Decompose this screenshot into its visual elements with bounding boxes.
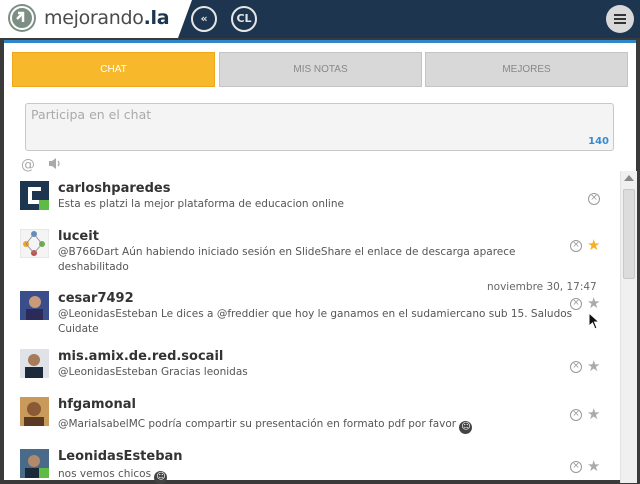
brand-name: mejorando.la — [44, 7, 170, 29]
tab-mejores[interactable]: MEJORES — [425, 52, 628, 87]
avatar[interactable] — [20, 449, 49, 478]
char-counter: 140 — [588, 136, 609, 147]
username[interactable]: LeonidasEsteban — [58, 449, 183, 464]
smiley-icon: ☺ — [154, 471, 168, 484]
close-icon[interactable]: × — [570, 298, 582, 310]
message-text: @MariaIsabelMC podría compartir su prese… — [58, 418, 473, 434]
close-icon[interactable]: × — [570, 461, 582, 473]
avatar[interactable] — [19, 228, 50, 259]
back-icon[interactable]: « — [191, 6, 217, 32]
tab-chat[interactable]: CHAT — [12, 52, 215, 87]
scrollbar[interactable] — [620, 171, 637, 483]
scroll-up-icon[interactable] — [624, 175, 634, 181]
star-icon[interactable]: ★ — [587, 407, 600, 422]
chat-panel: CHAT MIS NOTAS MEJORES 140 @ carloshpare… — [4, 40, 637, 484]
avatar[interactable] — [20, 181, 49, 210]
chat-input-box: 140 — [25, 103, 614, 151]
timestamp: noviembre 30, 17:47 — [487, 281, 597, 293]
username[interactable]: carloshparedes — [58, 181, 170, 196]
tab-mis-notas[interactable]: MIS NOTAS — [219, 52, 422, 87]
message-text: @LeonidasEsteban Gracias leonidas — [58, 366, 248, 378]
avatar[interactable] — [20, 291, 49, 320]
star-icon[interactable]: ★ — [587, 238, 600, 253]
sound-icon[interactable] — [48, 157, 62, 174]
avatar[interactable] — [20, 349, 49, 378]
username[interactable]: hfgamonal — [58, 397, 136, 412]
close-icon[interactable]: × — [570, 409, 582, 421]
username[interactable]: luceit — [58, 229, 99, 244]
smiley-icon: ☺ — [459, 421, 473, 434]
brand-logo[interactable]: mejorando.la — [0, 0, 192, 38]
close-icon[interactable]: × — [570, 361, 582, 373]
top-bar: mejorando.la « CL — [0, 0, 640, 38]
message-text: @B766Dart Aún habiendo iniciado sesión e… — [58, 246, 516, 273]
cl-button[interactable]: CL — [231, 6, 257, 32]
mention-icon[interactable]: @ — [21, 157, 35, 173]
username[interactable]: cesar7492 — [58, 291, 134, 306]
logo-icon — [8, 4, 36, 32]
message-text: nos vemos chicos ☺ — [58, 468, 168, 484]
username[interactable]: mis.amix.de.red.socail — [58, 349, 223, 364]
star-icon[interactable]: ★ — [587, 459, 600, 474]
message-text: @LeonidasEsteban Le dices a @freddier qu… — [58, 308, 573, 335]
star-icon[interactable]: ★ — [587, 296, 600, 311]
star-icon[interactable]: ★ — [587, 359, 600, 374]
menu-icon[interactable] — [606, 5, 634, 33]
message-text: Esta es platzi la mejor plataforma de ed… — [58, 198, 344, 210]
mouse-cursor-icon — [588, 312, 600, 330]
scrollbar-thumb[interactable] — [623, 189, 635, 279]
close-icon[interactable]: × — [588, 193, 600, 205]
close-icon[interactable]: × — [570, 240, 582, 252]
chat-input[interactable] — [26, 104, 613, 150]
avatar[interactable] — [20, 397, 49, 426]
